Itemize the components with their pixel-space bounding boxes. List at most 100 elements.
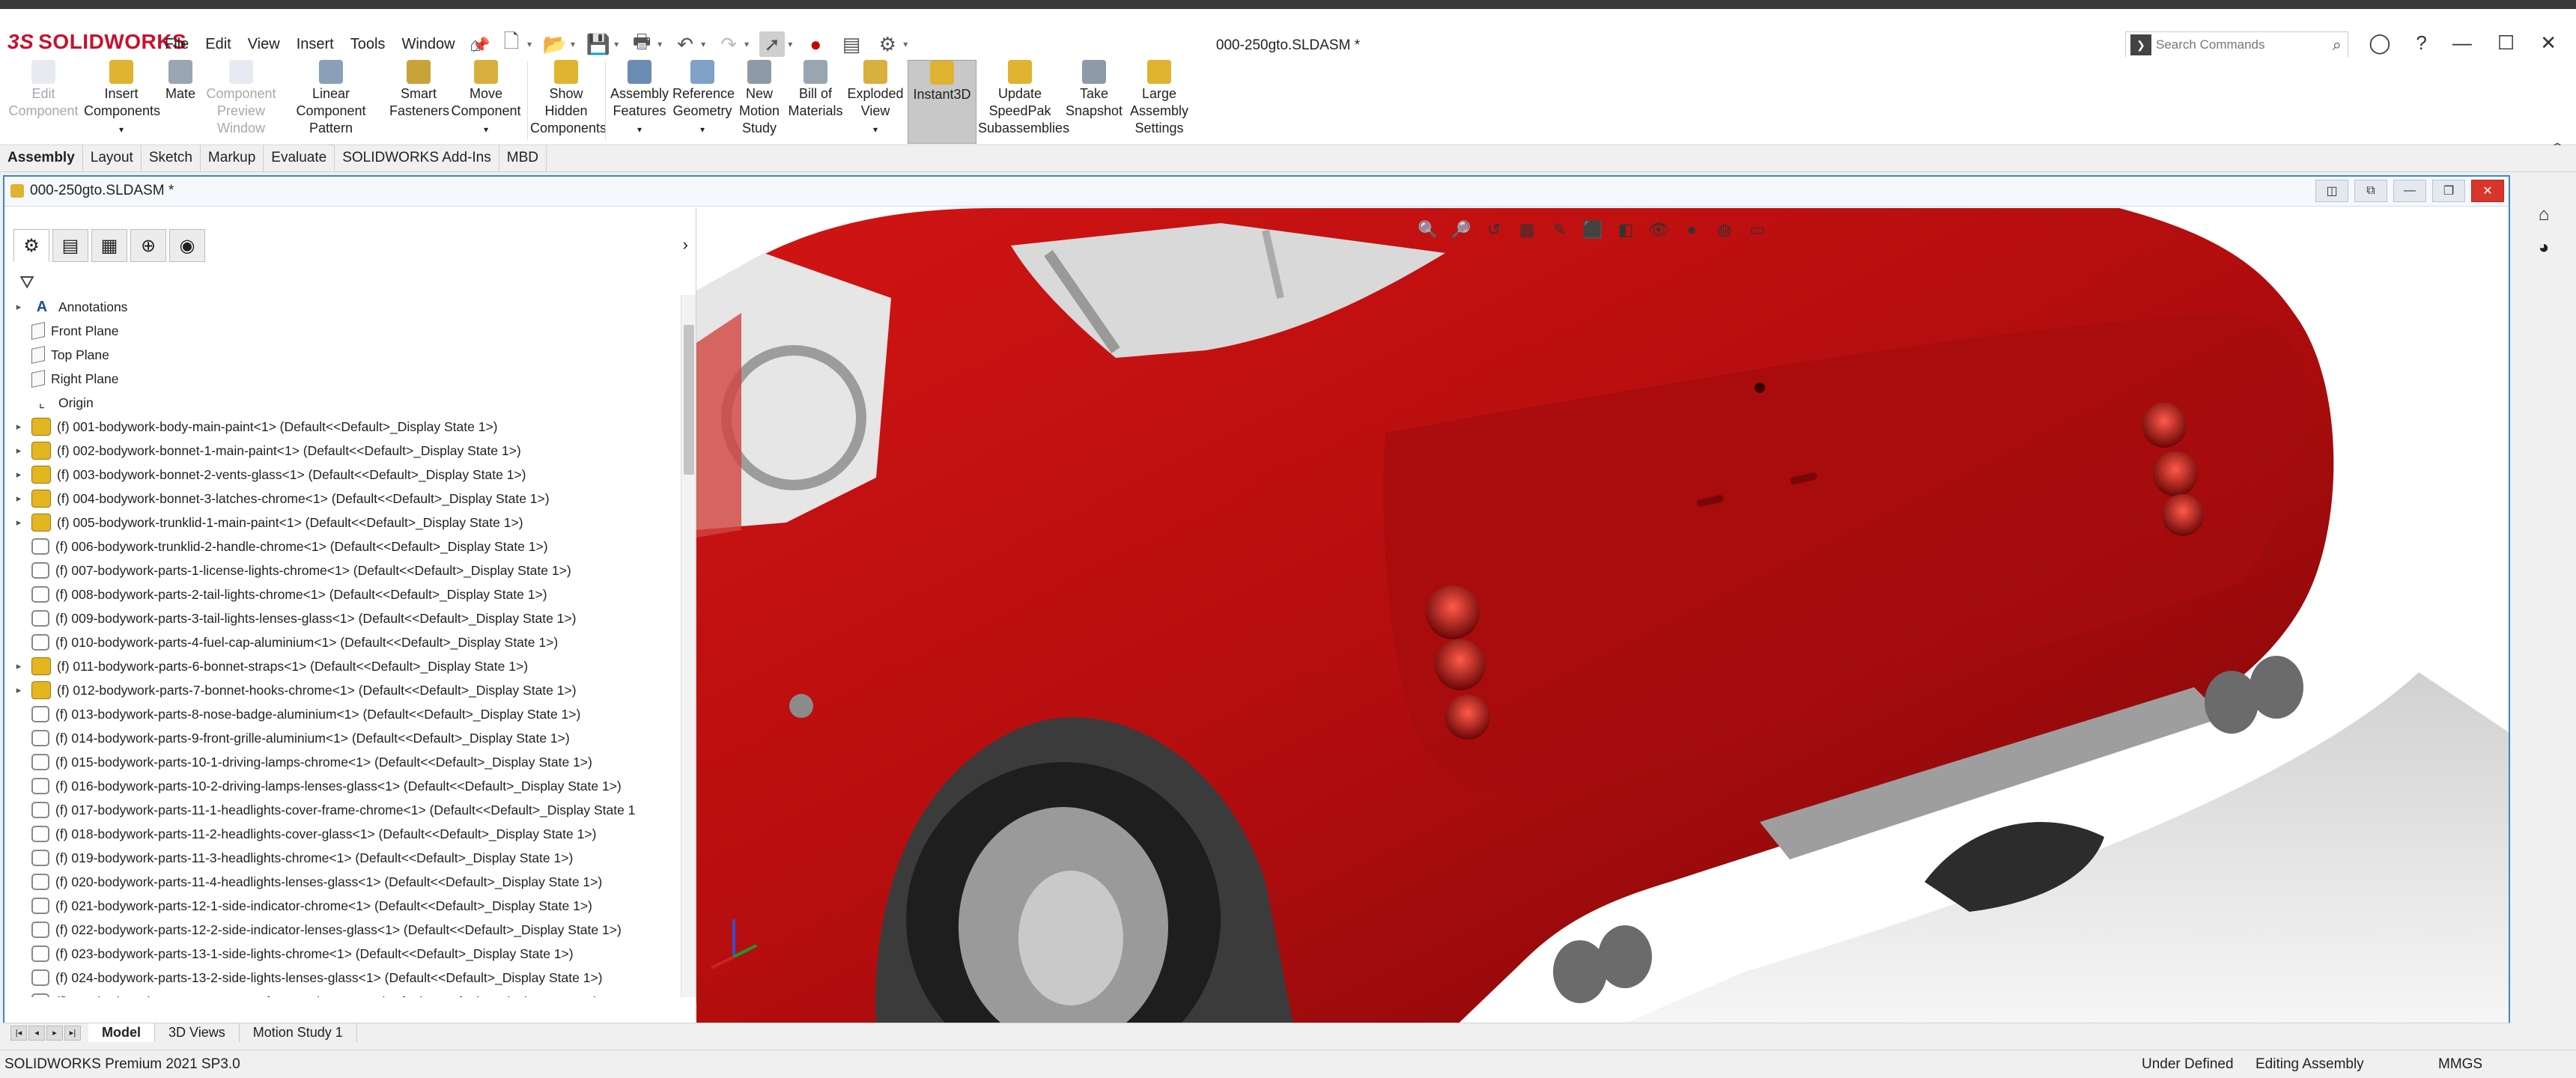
expand-arrow-icon[interactable]: ▸ [6,517,31,529]
redo-icon[interactable]: ↷ [716,31,741,57]
tree-node[interactable]: Top Plane [6,343,681,367]
dimxpert-icon[interactable]: ⊕ [130,229,166,262]
display-manager-icon[interactable]: ◉ [169,229,205,262]
zoom-to-area-icon[interactable]: 🔎 [1448,219,1474,241]
apply-scene-icon[interactable]: ◍ [1712,219,1737,241]
tree-node[interactable]: (f) 023-bodywork-parts-13-1-side-lights-… [6,942,681,966]
doc-restore-icon[interactable]: ❐ [2432,180,2465,202]
view-settings-icon[interactable]: ▭ [1745,219,1770,241]
assembly-features-button[interactable]: Assembly Features ▾ [607,60,672,138]
tab-3d-views[interactable]: 3D Views [155,1023,240,1042]
units-selector[interactable]: MMGS [2438,1056,2482,1073]
tree-node[interactable]: ⌞ Origin [6,391,681,415]
cascade-icon[interactable]: ⧉ [2354,180,2387,202]
zoom-to-fit-icon[interactable]: 🔍 [1415,219,1441,241]
tree-node[interactable]: ▸ (f) 002-bodywork-bonnet-1-main-paint<1>… [6,439,681,463]
previous-view-icon[interactable]: ↺ [1481,219,1507,241]
exploded-view-button[interactable]: Exploded View ▾ [846,60,905,138]
appearances-scenes-icon[interactable]: ◕ [2530,235,2557,261]
menu-edit[interactable]: Edit [205,36,231,55]
doc-minimize-icon[interactable]: — [2393,180,2426,202]
open-icon[interactable]: 📂 [542,31,568,57]
file-properties-icon[interactable]: ▤ [839,31,864,57]
chevron-down-icon[interactable]: ▾ [657,39,662,49]
menu-view[interactable]: View [248,36,280,55]
search-commands[interactable]: ❯ Search Commands ⌕ [2125,31,2348,58]
help-icon[interactable]: ? [2416,31,2426,55]
reference-geometry-button[interactable]: Reference Geometry ▾ [672,60,735,138]
save-icon[interactable]: 💾 [586,31,611,57]
linear-component-pattern-button[interactable]: Linear Component Pattern▾ [279,60,383,156]
tree-node[interactable]: ▸ (f) 012-bodywork-parts-7-bonnet-hooks-c… [6,678,681,702]
tree-node[interactable]: (f) 022-bodywork-parts-12-2-side-indicat… [6,918,681,942]
chevron-down-icon[interactable]: ▾ [701,39,705,49]
tree-node[interactable]: Front Plane [6,319,681,343]
tree-node[interactable]: ▸ (f) 005-bodywork-trunklid-1-main-paint<… [6,511,681,535]
tree-node[interactable]: (f) 021-bodywork-parts-12-1-side-indicat… [6,894,681,918]
options-gear-icon[interactable]: ⚙ [875,31,900,57]
select-icon[interactable]: ➚ [759,31,786,57]
menu-tools[interactable]: Tools [350,36,386,55]
search-icon[interactable]: ⌕ [2333,35,2342,55]
section-view-icon[interactable]: ▦ [1514,219,1540,241]
tree-vertical-scrollbar[interactable] [681,295,696,997]
chevron-down-icon[interactable]: ▾ [614,39,619,49]
tree-node[interactable]: (f) 015-bodywork-parts-10-1-driving-lamp… [6,750,681,774]
new-motion-study-button[interactable]: New Motion Study [735,60,783,137]
chevron-down-icon[interactable]: ▾ [788,39,792,49]
new-document-icon[interactable]: 🗋 [499,30,524,57]
tab-model[interactable]: Model [88,1023,155,1042]
expand-arrow-icon[interactable]: ▸ [6,445,31,457]
expand-arrow-icon[interactable]: ▸ [6,469,31,481]
tree-node[interactable]: (f) 014-bodywork-parts-9-front-grille-al… [6,726,681,750]
tree-node[interactable]: (f) 006-bodywork-trunklid-2-handle-chrom… [6,535,681,558]
home-icon[interactable]: ⌂ [463,31,488,57]
tree-node[interactable]: ▸ A Annotations [6,295,681,319]
insert-components-button[interactable]: Insert Components ▾ [84,60,160,138]
tree-node[interactable]: Right Plane [6,367,681,391]
smart-fasteners-button[interactable]: Smart Fasteners [389,60,449,120]
search-input[interactable]: Search Commands [2156,37,2265,52]
tab-evaluate[interactable]: Evaluate [264,145,335,171]
expand-arrow-icon[interactable]: ▸ [6,421,31,433]
maximize-icon[interactable]: ☐ [2497,31,2515,55]
solidworks-logo[interactable]: 3S SOLIDWORKS [7,30,186,54]
large-assembly-settings-button[interactable]: Large Assembly Settings [1126,60,1192,137]
chevron-down-icon[interactable]: ▾ [527,39,532,49]
tree-node[interactable]: (f) 016-bodywork-parts-10-2-driving-lamp… [6,774,681,798]
show-hidden-components-button[interactable]: Show Hidden Components [530,60,607,137]
chevron-down-icon[interactable]: ▾ [903,39,908,49]
tab-sketch[interactable]: Sketch [142,145,201,171]
edit-appearance-icon[interactable]: ● [1679,219,1704,241]
dynamic-annotation-icon[interactable]: ✎ [1547,219,1573,241]
menu-insert[interactable]: Insert [297,36,334,55]
minimize-icon[interactable]: — [2452,31,2472,55]
tab-solidworks-add-ins[interactable]: SOLIDWORKS Add-Ins [335,145,499,171]
configuration-manager-icon[interactable]: ▦ [91,229,127,262]
tree-node[interactable]: (f) 013-bodywork-parts-8-nose-badge-alum… [6,702,681,726]
tree-node[interactable]: ▸ (f) 001-bodywork-body-main-paint<1> (De… [6,415,681,439]
car-model-render[interactable] [696,208,2509,1036]
rebuild-icon[interactable]: ● [803,31,828,57]
print-icon[interactable]: 🖶 [629,30,654,57]
tree-node[interactable]: (f) 024-bodywork-parts-13-2-side-lights-… [6,966,681,990]
mate-button[interactable]: Mate [160,60,201,103]
graphics-area[interactable]: 🔍 🔎 ↺ ▦ ✎ ⬛ ◧ 👁 ● ◍ ▭ [696,208,2509,1036]
tile-icon[interactable]: ◫ [2315,180,2348,202]
chevron-down-icon[interactable]: ▾ [744,39,749,49]
tree-node[interactable]: ▸ (f) 011-bodywork-parts-6-bonnet-straps<… [6,654,681,678]
filter-icon[interactable]: ⛛ [19,272,34,293]
tab-assembly[interactable]: Assembly [0,145,83,171]
document-tab[interactable]: 000-250gto.SLDASM * [10,183,174,199]
menu-file[interactable]: File [165,36,189,55]
edit-component-button[interactable]: Edit Component [6,60,81,120]
bill-of-materials-button[interactable]: Bill of Materials [786,60,845,120]
tree-node[interactable]: (f) 008-bodywork-parts-2-tail-lights-chr… [6,582,681,606]
tree-node[interactable]: (f) 007-bodywork-parts-1-license-lights-… [6,558,681,582]
undo-icon[interactable]: ↶ [672,31,698,57]
scrollbar-thumb[interactable] [684,325,694,475]
property-manager-icon[interactable]: ▤ [52,229,88,262]
tree-node[interactable]: (f) 019-bodywork-parts-11-3-headlights-c… [6,846,681,870]
tree-node[interactable]: (f) 020-bodywork-parts-11-4-headlights-l… [6,870,681,894]
tree-node[interactable]: (f) 017-bodywork-parts-11-1-headlights-c… [6,798,681,822]
